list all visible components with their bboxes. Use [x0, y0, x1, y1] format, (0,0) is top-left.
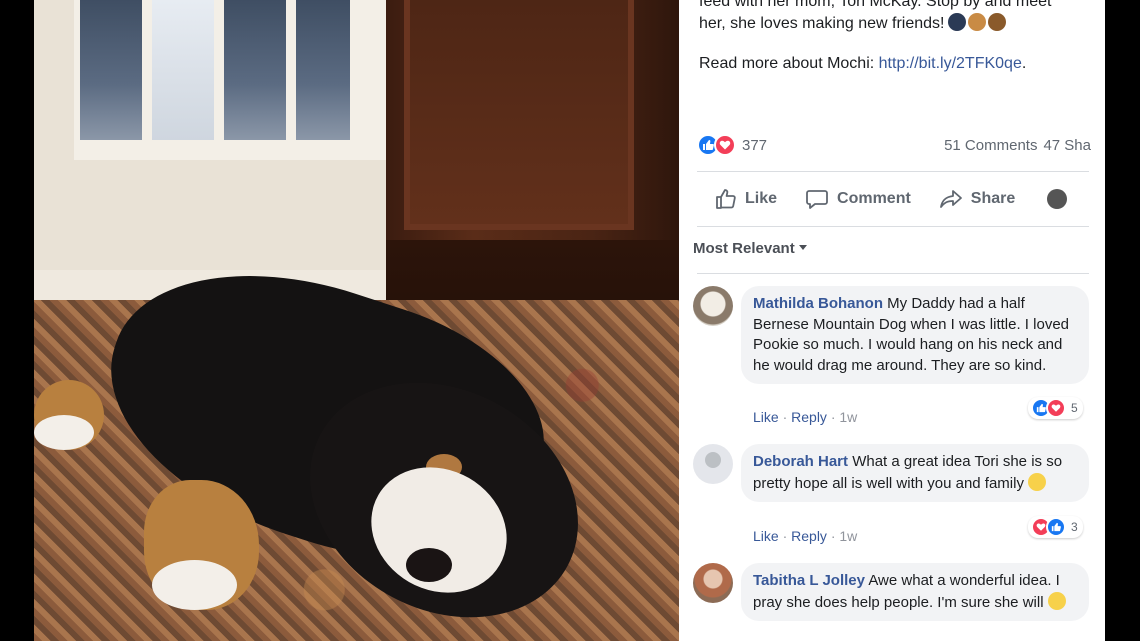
comment-button[interactable]: Comment: [805, 188, 911, 210]
share-arrow-icon: [939, 190, 962, 208]
post-reactions[interactable]: 377: [697, 134, 767, 156]
share-button[interactable]: Share: [939, 188, 1015, 210]
cabinet-panel: [404, 0, 634, 230]
facebook-post-panel: feed with her mom, Tori McKay. Stop by a…: [679, 0, 1105, 641]
emoji-group: [948, 13, 1007, 31]
share-button-label: Share: [970, 190, 1016, 207]
comment-button-label: Comment: [837, 190, 911, 207]
reaction-count: 377: [742, 136, 768, 154]
door-glass-pane: [152, 0, 214, 140]
comment-timestamp[interactable]: 1w: [839, 528, 857, 544]
sort-label: Most Relevant: [693, 240, 795, 257]
letterbox-left: [0, 0, 34, 641]
post-text-line: feed with her mom, Tori McKay. Stop by a…: [699, 0, 1052, 10]
comment-icon: [806, 190, 828, 209]
like-button[interactable]: Like: [715, 188, 777, 210]
love-reaction-icon: [714, 134, 736, 156]
shares-count-link[interactable]: 47 Sha: [1043, 137, 1091, 154]
comments-count-link[interactable]: 51 Comments: [944, 137, 1037, 154]
post-body: feed with her mom, Tori McKay. Stop by a…: [699, 0, 1099, 35]
divider: [697, 171, 1089, 172]
read-more-label: Read more about Mochi:: [699, 55, 875, 72]
door-glass-pane: [80, 0, 142, 140]
separator-dot: ·: [830, 409, 836, 425]
caret-down-icon: [798, 245, 807, 250]
comment-author[interactable]: Tabitha L Jolley: [753, 572, 865, 589]
commenter-avatar[interactable]: [693, 563, 733, 603]
read-more-suffix: .: [1021, 55, 1027, 72]
comment-bubble: Mathilda Bohanon My Daddy had a half Ber…: [741, 286, 1089, 384]
puppy-photo: [34, 0, 679, 641]
comment-reactions[interactable]: 3: [1028, 516, 1083, 538]
brown-heart-icon: [988, 13, 1007, 31]
bear-face-icon: [968, 13, 987, 31]
commenter-avatar[interactable]: [693, 286, 733, 326]
comment-author[interactable]: Deborah Hart: [753, 453, 848, 470]
comment-like-link[interactable]: Like: [753, 409, 779, 425]
viewer-avatar[interactable]: [1047, 189, 1068, 209]
blue-heart-icon: [948, 13, 967, 31]
comment-reply-link[interactable]: Reply: [791, 528, 827, 544]
comment-bubble: Deborah Hart What a great idea Tori she …: [741, 444, 1089, 502]
smiling-face-icon: [1028, 472, 1047, 491]
comment-bubble: Tabitha L Jolley Awe what a wonderful id…: [741, 563, 1089, 621]
like-reaction-icon: [1046, 517, 1066, 537]
comment-reply-link[interactable]: Reply: [791, 409, 827, 425]
separator-dot: ·: [782, 528, 788, 544]
puppy-front-paw-white: [152, 560, 237, 610]
post-text-line-2: her, she loves making new friends!: [699, 15, 945, 32]
read-more-line: Read more about Mochi: http://bit.ly/2TF…: [699, 55, 1026, 73]
post-action-bar: Like Comment Share: [697, 180, 1097, 218]
comment-sort-dropdown[interactable]: Most Relevant: [693, 240, 807, 257]
divider: [697, 226, 1089, 227]
letterbox-right: [1105, 0, 1140, 641]
read-more-link[interactable]: http://bit.ly/2TFK0qe: [879, 55, 1022, 72]
comment-meta: Like · Reply · 1w: [753, 528, 857, 544]
puppy-back-paw-white: [34, 415, 94, 450]
comment-like-link[interactable]: Like: [753, 528, 779, 544]
separator-dot: ·: [830, 528, 836, 544]
separator-dot: ·: [782, 409, 788, 425]
post-stats: 51 Comments 47 Sha: [938, 137, 1091, 154]
thumbs-up-icon: [716, 189, 736, 209]
comment-meta: Like · Reply · 1w: [753, 409, 857, 425]
comment-author[interactable]: Mathilda Bohanon: [753, 295, 883, 312]
love-reaction-icon: [1046, 398, 1066, 418]
comment-timestamp[interactable]: 1w: [839, 409, 857, 425]
door-glass-pane: [296, 0, 350, 140]
comment-reaction-count: 5: [1071, 401, 1078, 415]
puppy-nose: [406, 548, 452, 582]
commenter-avatar[interactable]: [693, 444, 733, 484]
divider: [697, 273, 1089, 274]
post-text-line: her, she loves making new friends!: [699, 13, 1099, 35]
door-glass-pane: [224, 0, 286, 140]
smiling-face-icon: [1047, 591, 1066, 610]
comment-reactions[interactable]: 5: [1028, 397, 1083, 419]
comment-reaction-count: 3: [1071, 520, 1078, 534]
like-button-label: Like: [745, 190, 778, 207]
